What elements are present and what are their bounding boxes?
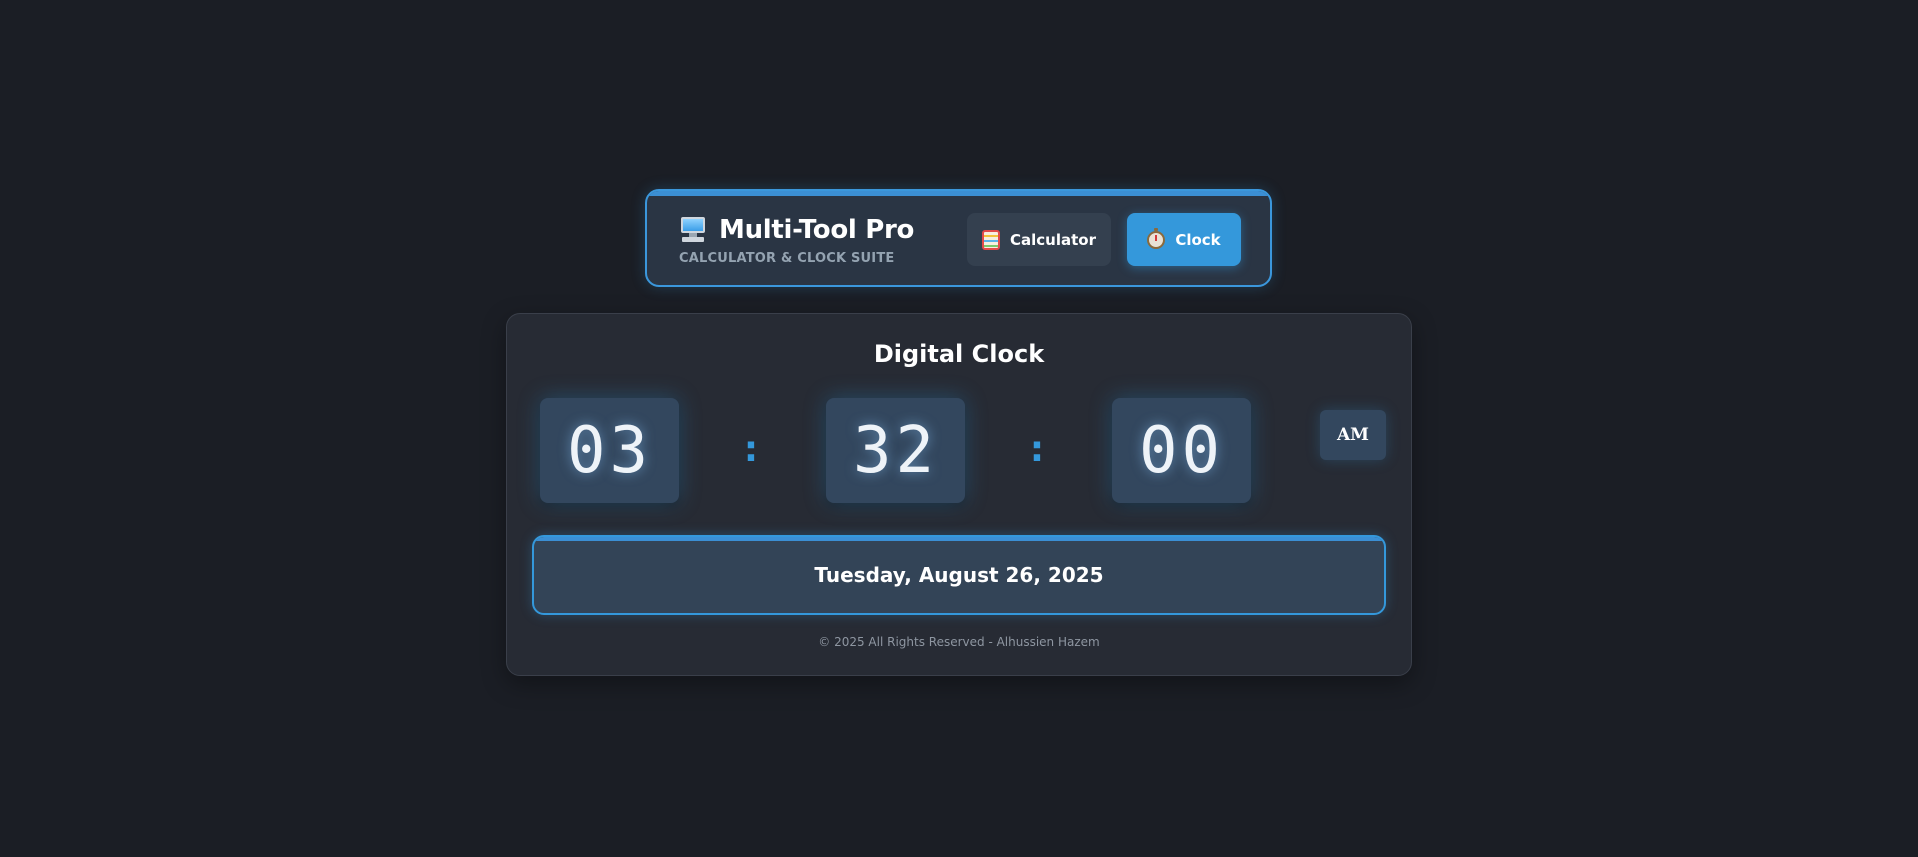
tab-clock[interactable]: Clock — [1127, 213, 1241, 266]
time-separator: : — [743, 429, 759, 470]
tab-clock-label: Clock — [1175, 230, 1221, 249]
minutes-display: 32 — [826, 398, 965, 503]
am-pm-badge: AM — [1320, 410, 1386, 460]
date-display: Tuesday, August 26, 2025 — [532, 535, 1386, 615]
footer-copyright: © 2025 All Rights Reserved - Alhussien H… — [818, 635, 1100, 649]
computer-monitor-icon — [679, 217, 707, 243]
abacus-icon — [982, 229, 1000, 250]
brand: Multi-Tool Pro CALCULATOR & CLOCK SUITE — [679, 215, 914, 266]
date-text: Tuesday, August 26, 2025 — [814, 563, 1104, 587]
tab-calculator-label: Calculator — [1010, 230, 1096, 249]
seconds-display: 00 — [1112, 398, 1251, 503]
clock-title: Digital Clock — [873, 340, 1045, 368]
app-subtitle: CALCULATOR & CLOCK SUITE — [679, 251, 895, 266]
app-header: Multi-Tool Pro CALCULATOR & CLOCK SUITE … — [645, 189, 1272, 287]
time-separator: : — [1029, 429, 1045, 470]
app-title: Multi-Tool Pro — [719, 215, 915, 245]
tab-calculator[interactable]: Calculator — [967, 213, 1111, 266]
brand-row: Multi-Tool Pro — [679, 215, 914, 245]
hours-display: 03 — [540, 398, 679, 503]
stopwatch-icon — [1147, 227, 1166, 249]
clock-card: Digital Clock 03 : 32 : 00 AM Tuesday, A… — [506, 313, 1412, 676]
